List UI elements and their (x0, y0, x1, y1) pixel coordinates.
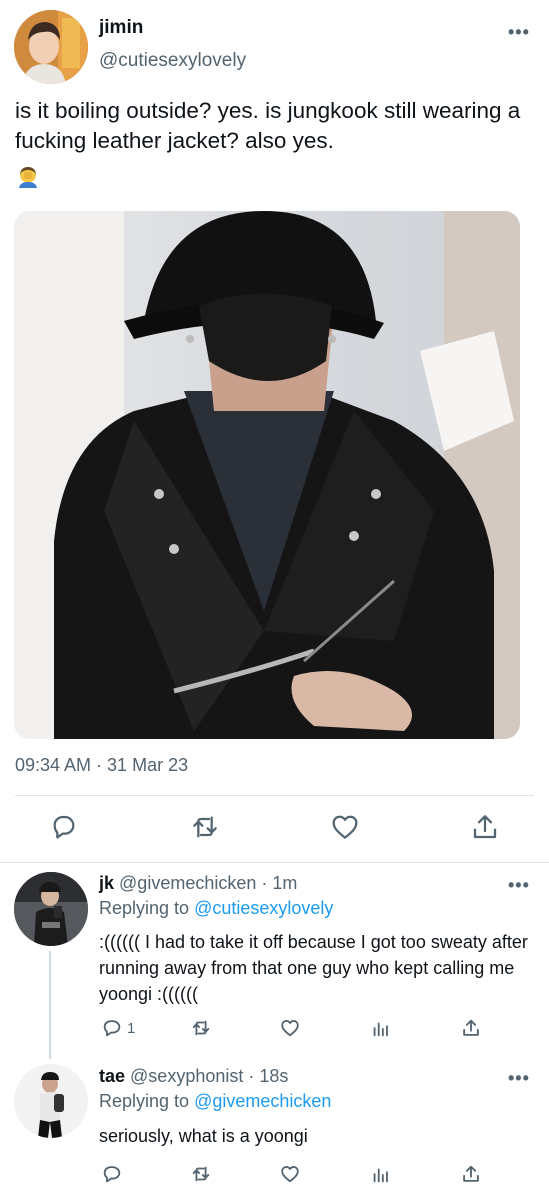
replying-to-link[interactable]: @givemechicken (194, 1091, 331, 1111)
username-handle[interactable]: @givemechicken (119, 873, 256, 893)
display-name[interactable]: jimin (99, 17, 143, 39)
reply-icon[interactable] (48, 811, 80, 843)
tweet-text: is it boiling outside? yes. is jungkook … (15, 98, 521, 153)
username-handle[interactable]: @sexyphonist (130, 1066, 243, 1086)
analytics-icon[interactable] (370, 1163, 392, 1185)
username-handle[interactable]: @cutiesexylovely (99, 50, 246, 72)
replying-label: Replying to (99, 898, 190, 918)
thread-line (49, 951, 51, 1059)
reply-text: :(((((( I had to take it off because I g… (99, 932, 528, 1004)
reply-icon[interactable] (101, 1017, 123, 1039)
reply-icon[interactable] (101, 1163, 123, 1185)
tweet-photo[interactable] (14, 211, 520, 739)
retweet-icon[interactable] (190, 1163, 212, 1185)
main-tweet: jimin @cutiesexylovely ••• is it boiling… (0, 0, 549, 863)
like-icon[interactable] (279, 1017, 301, 1039)
reply-meta: tae @sexyphonist · 18s (99, 1066, 288, 1087)
retweet-icon[interactable] (190, 1017, 212, 1039)
reply-meta: jk @givemechicken · 1m (99, 873, 297, 894)
avatar[interactable] (14, 10, 88, 84)
analytics-icon[interactable] (370, 1017, 392, 1039)
like-icon[interactable] (329, 811, 361, 843)
face-palm-emoji-icon (16, 164, 40, 188)
reply-count: 1 (127, 1020, 136, 1037)
display-name[interactable]: jk (99, 873, 114, 893)
more-options-icon[interactable]: ••• (508, 22, 530, 43)
replying-label: Replying to (99, 1091, 190, 1111)
share-icon[interactable] (460, 1017, 482, 1039)
reply-time[interactable]: · 18s (248, 1066, 288, 1086)
replying-to: Replying to @givemechicken (99, 1091, 331, 1112)
avatar[interactable] (14, 872, 88, 946)
reply-tweet: jk @givemechicken · 1m ••• Replying to @… (0, 863, 549, 1059)
display-name[interactable]: tae (99, 1066, 125, 1086)
more-options-icon[interactable]: ••• (508, 875, 530, 896)
reply-tweet: tae @sexyphonist · 18s ••• Replying to @… (0, 1053, 549, 1200)
more-options-icon[interactable]: ••• (508, 1068, 530, 1089)
replying-to: Replying to @cutiesexylovely (99, 898, 333, 919)
retweet-icon[interactable] (189, 811, 221, 843)
replying-to-link[interactable]: @cutiesexylovely (194, 898, 333, 918)
tweet-timestamp[interactable]: 09:34 AM · 31 Mar 23 (15, 755, 188, 776)
like-icon[interactable] (279, 1163, 301, 1185)
divider (15, 795, 534, 796)
share-icon[interactable] (460, 1163, 482, 1185)
reply-time[interactable]: · 1m (261, 873, 297, 893)
reply-text: seriously, what is a yoongi (99, 1126, 308, 1146)
avatar[interactable] (14, 1064, 88, 1138)
share-icon[interactable] (469, 811, 501, 843)
